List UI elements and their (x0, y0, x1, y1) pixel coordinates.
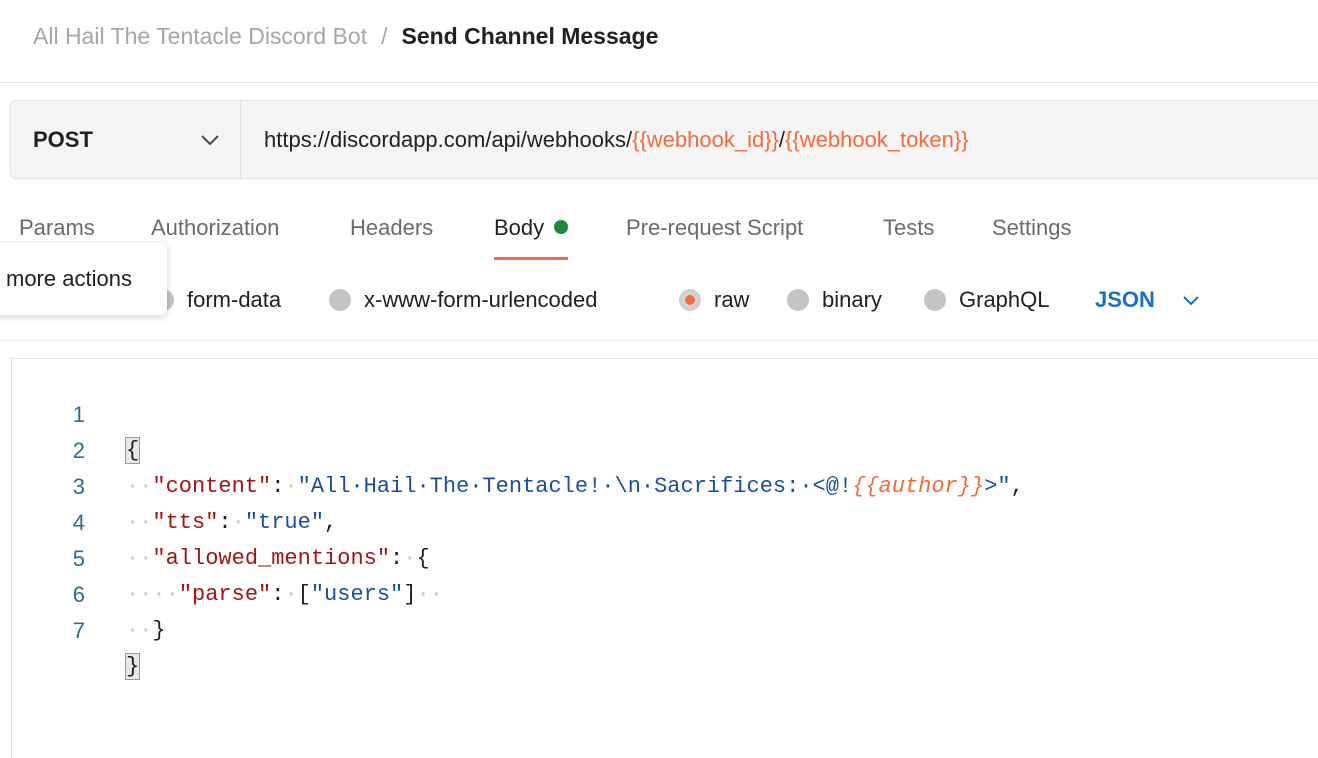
code-line: 2 ··"content":·"All·Hail·The·Tentacle!·\… (12, 397, 1312, 499)
tab-settings[interactable]: Settings (992, 206, 1072, 258)
code-text: ··} (126, 618, 166, 643)
radio-selected-icon (679, 289, 701, 311)
body-type-binary[interactable]: binary (787, 280, 882, 320)
body-type-options: form-data x-www-form-urlencoded raw bina… (0, 280, 1318, 320)
method-select[interactable]: POST (11, 101, 241, 178)
tab-authorization[interactable]: Authorization (151, 206, 279, 258)
chevron-down-icon (200, 134, 220, 146)
body-type-urlencoded[interactable]: x-www-form-urlencoded (329, 280, 598, 320)
code-line: 4 ··"allowed_mentions":·{ (12, 469, 1312, 571)
body-type-label: GraphQL (959, 287, 1050, 312)
body-type-label: form-data (187, 287, 282, 312)
radio-icon (924, 289, 946, 311)
format-label: JSON (1095, 287, 1155, 312)
body-type-label: binary (822, 287, 882, 312)
code-line: 3 ··"tts":·"true", (12, 433, 1312, 535)
tab-pre-request-script[interactable]: Pre-request Script (626, 206, 803, 258)
tab-tests[interactable]: Tests (883, 206, 934, 258)
breadcrumb: All Hail The Tentacle Discord Bot / Send… (33, 18, 658, 54)
format-select[interactable]: JSON (1095, 280, 1200, 320)
code-editor[interactable]: 1 { 2 ··"content":·"All·Hail·The·Tentacl… (11, 358, 1318, 758)
code-line: 5 ····"parse":·["users"]·· (12, 505, 1312, 607)
chevron-down-icon (1182, 295, 1200, 306)
body-type-label: x-www-form-urlencoded (364, 287, 598, 312)
code-text: } (124, 649, 141, 685)
request-tabs: Params Authorization Headers Body Pre-re… (0, 206, 1318, 262)
body-type-raw[interactable]: raw (679, 280, 749, 320)
more-actions-tooltip: more actions (0, 243, 167, 315)
request-url-bar: POST https://discordapp.com/api/webhooks… (10, 100, 1318, 179)
body-type-label: raw (714, 287, 750, 312)
divider (0, 340, 1318, 341)
url-input[interactable]: https://discordapp.com/api/webhooks/{{we… (241, 127, 969, 153)
tab-body[interactable]: Body (494, 206, 569, 260)
divider (0, 82, 1318, 83)
code-line: 1 { (12, 361, 1312, 464)
url-variable-webhook-token: {{webhook_token}} (785, 126, 969, 152)
radio-icon (329, 289, 351, 311)
url-base: https://discordapp.com/api/webhooks/ (264, 126, 633, 152)
line-number: 7 (72, 618, 85, 643)
page-title[interactable]: Send Channel Message (401, 23, 658, 50)
body-type-graphql[interactable]: GraphQL (924, 280, 1050, 320)
code-line: 6 ··} (12, 541, 1312, 643)
breadcrumb-collection[interactable]: All Hail The Tentacle Discord Bot (33, 23, 367, 50)
code-line: 7 } (12, 577, 1312, 680)
url-variable-webhook-id: {{webhook_id}} (632, 126, 779, 152)
status-dot-icon (554, 220, 569, 235)
brace: } (124, 653, 141, 680)
brace: } (152, 618, 166, 643)
tab-body-label: Body (494, 215, 545, 240)
radio-icon (787, 289, 809, 311)
breadcrumb-separator: / (381, 22, 388, 49)
method-label: POST (33, 126, 93, 152)
tab-headers[interactable]: Headers (350, 206, 433, 258)
body-type-form-data[interactable]: form-data (152, 280, 281, 320)
